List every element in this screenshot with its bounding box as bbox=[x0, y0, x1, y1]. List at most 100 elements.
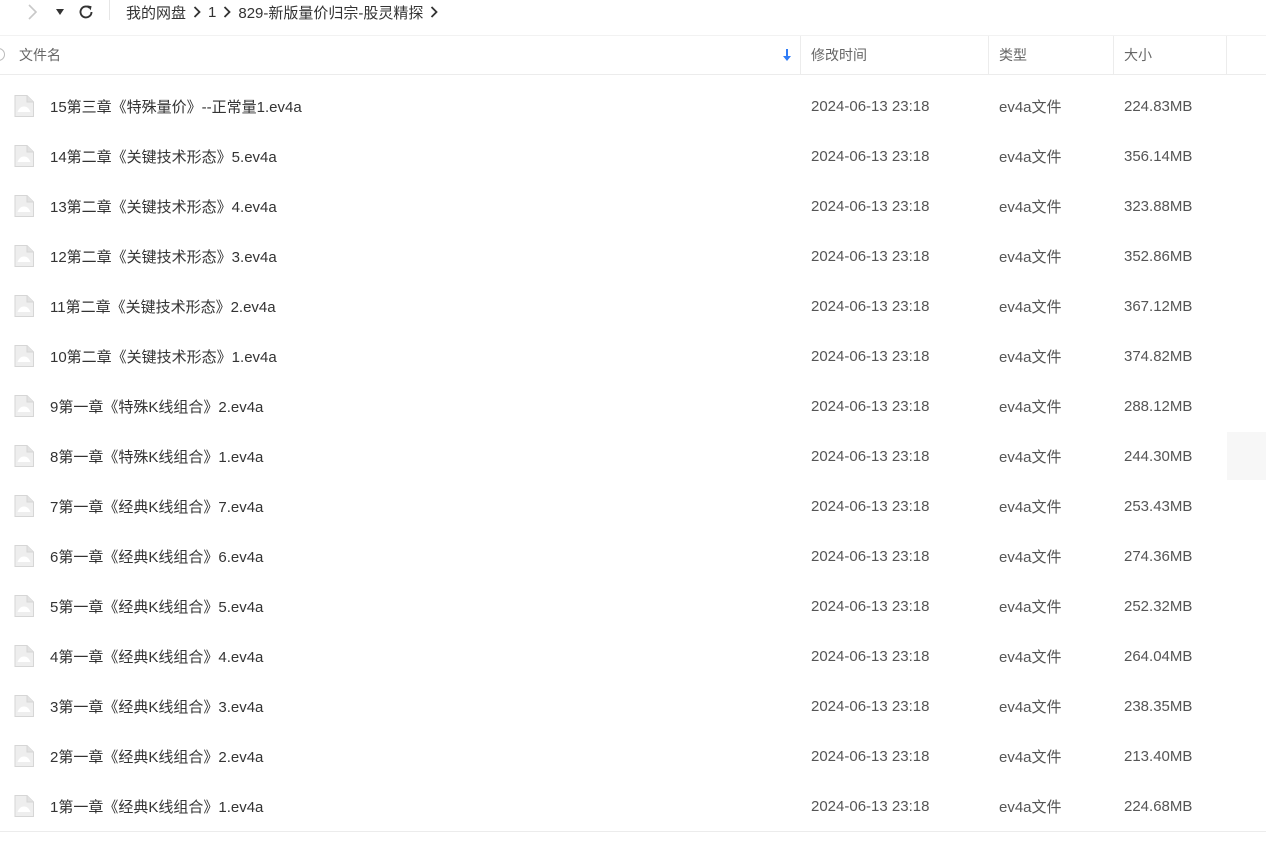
file-icon bbox=[14, 245, 34, 267]
column-header-type-label: 类型 bbox=[999, 47, 1027, 63]
file-size: 374.82MB bbox=[1124, 347, 1193, 365]
column-header-type[interactable]: 类型 bbox=[999, 36, 1112, 74]
file-icon bbox=[14, 645, 34, 667]
file-row[interactable]: 13第二章《关键技术形态》4.ev4a 2024-06-13 23:18 ev4a文… bbox=[0, 181, 1266, 231]
file-modified-time: 2024-06-13 23:18 bbox=[811, 147, 930, 165]
file-row[interactable]: 11第二章《关键技术形态》2.ev4a 2024-06-13 23:18 ev4a文… bbox=[0, 281, 1266, 331]
file-row[interactable]: 4第一章《经典K线组合》4.ev4a 2024-06-13 23:18 ev4a文件… bbox=[0, 631, 1266, 681]
breadcrumb-item-current-folder[interactable]: 829-新版量价归宗-股灵精探 bbox=[238, 2, 423, 23]
file-name[interactable]: 5第一章《经典K线组合》5.ev4a bbox=[50, 581, 263, 631]
file-size: 323.88MB bbox=[1124, 197, 1193, 215]
refresh-icon bbox=[79, 5, 93, 19]
file-icon bbox=[14, 445, 34, 467]
file-type: ev4a文件 bbox=[999, 598, 1062, 616]
column-header-size[interactable]: 大小 bbox=[1124, 36, 1224, 74]
file-row[interactable]: 7第一章《经典K线组合》7.ev4a 2024-06-13 23:18 ev4a文件… bbox=[0, 481, 1266, 531]
file-icon bbox=[14, 745, 34, 767]
file-row[interactable]: 14第二章《关键技术形态》5.ev4a 2024-06-13 23:18 ev4a文… bbox=[0, 131, 1266, 181]
file-modified-time: 2024-06-13 23:18 bbox=[811, 797, 930, 815]
file-size: 244.30MB bbox=[1124, 447, 1193, 465]
file-type: ev4a文件 bbox=[999, 648, 1062, 666]
file-icon bbox=[14, 345, 34, 367]
file-name[interactable]: 10第二章《关键技术形态》1.ev4a bbox=[50, 331, 277, 381]
file-name[interactable]: 8第一章《特殊K线组合》1.ev4a bbox=[50, 431, 263, 481]
file-type: ev4a文件 bbox=[999, 348, 1062, 366]
file-size: 253.43MB bbox=[1124, 497, 1193, 515]
file-size: 356.14MB bbox=[1124, 147, 1193, 165]
file-name[interactable]: 1第一章《经典K线组合》1.ev4a bbox=[50, 781, 263, 831]
chevron-right-icon bbox=[28, 4, 38, 20]
file-modified-time: 2024-06-13 23:18 bbox=[811, 697, 930, 715]
top-nav-bar: 我的网盘 1 829-新版量价归宗-股灵精探 bbox=[0, 0, 1266, 24]
file-modified-time: 2024-06-13 23:18 bbox=[811, 397, 930, 415]
sort-arrow-down-icon[interactable] bbox=[782, 48, 792, 62]
file-modified-time: 2024-06-13 23:18 bbox=[811, 297, 930, 315]
file-modified-time: 2024-06-13 23:18 bbox=[811, 497, 930, 515]
file-name[interactable]: 13第二章《关键技术形态》4.ev4a bbox=[50, 181, 277, 231]
file-modified-time: 2024-06-13 23:18 bbox=[811, 747, 930, 765]
file-icon bbox=[14, 545, 34, 567]
file-row[interactable]: 15第三章《特殊量价》--正常量1.ev4a 2024-06-13 23:18 ev… bbox=[0, 81, 1266, 131]
file-name[interactable]: 9第一章《特殊K线组合》2.ev4a bbox=[50, 381, 263, 431]
file-name[interactable]: 7第一章《经典K线组合》7.ev4a bbox=[50, 481, 263, 531]
column-header-name[interactable]: 文件名 bbox=[19, 36, 799, 74]
breadcrumb-item-root[interactable]: 我的网盘 bbox=[126, 2, 186, 23]
file-type: ev4a文件 bbox=[999, 498, 1062, 516]
file-type: ev4a文件 bbox=[999, 148, 1062, 166]
file-icon bbox=[14, 95, 34, 117]
file-type: ev4a文件 bbox=[999, 398, 1062, 416]
file-row[interactable]: 10第二章《关键技术形态》1.ev4a 2024-06-13 23:18 ev4a文… bbox=[0, 331, 1266, 381]
chevron-right-icon[interactable] bbox=[423, 5, 445, 19]
file-row[interactable]: 12第二章《关键技术形态》3.ev4a 2024-06-13 23:18 ev4a文… bbox=[0, 231, 1266, 281]
file-icon bbox=[14, 395, 34, 417]
file-type: ev4a文件 bbox=[999, 548, 1062, 566]
breadcrumb-item-1[interactable]: 1 bbox=[208, 4, 216, 21]
column-divider[interactable] bbox=[1113, 36, 1114, 74]
file-modified-time: 2024-06-13 23:18 bbox=[811, 647, 930, 665]
side-panel-handle[interactable] bbox=[1227, 432, 1266, 480]
file-name[interactable]: 15第三章《特殊量价》--正常量1.ev4a bbox=[50, 81, 302, 131]
file-size: 264.04MB bbox=[1124, 647, 1193, 665]
file-row[interactable]: 3第一章《经典K线组合》3.ev4a 2024-06-13 23:18 ev4a文件… bbox=[0, 681, 1266, 731]
column-divider[interactable] bbox=[988, 36, 989, 74]
file-modified-time: 2024-06-13 23:18 bbox=[811, 547, 930, 565]
file-name[interactable]: 6第一章《经典K线组合》6.ev4a bbox=[50, 531, 263, 581]
nav-separator bbox=[109, 0, 110, 20]
file-name[interactable]: 12第二章《关键技术形态》3.ev4a bbox=[50, 231, 277, 281]
file-row[interactable]: 9第一章《特殊K线组合》2.ev4a 2024-06-13 23:18 ev4a文件… bbox=[0, 381, 1266, 431]
file-type: ev4a文件 bbox=[999, 448, 1062, 466]
file-size: 224.68MB bbox=[1124, 797, 1193, 815]
file-name[interactable]: 4第一章《经典K线组合》4.ev4a bbox=[50, 631, 263, 681]
file-icon bbox=[14, 795, 34, 817]
file-icon bbox=[14, 195, 34, 217]
file-size: 288.12MB bbox=[1124, 397, 1193, 415]
file-modified-time: 2024-06-13 23:18 bbox=[811, 97, 930, 115]
chevron-right-icon bbox=[186, 5, 208, 19]
file-name[interactable]: 14第二章《关键技术形态》5.ev4a bbox=[50, 131, 277, 181]
file-row[interactable]: 5第一章《经典K线组合》5.ev4a 2024-06-13 23:18 ev4a文件… bbox=[0, 581, 1266, 631]
column-header-time-label: 修改时间 bbox=[811, 47, 867, 63]
column-header-time[interactable]: 修改时间 bbox=[811, 36, 987, 74]
refresh-button[interactable] bbox=[74, 0, 98, 24]
file-type: ev4a文件 bbox=[999, 98, 1062, 116]
file-modified-time: 2024-06-13 23:18 bbox=[811, 347, 930, 365]
file-modified-time: 2024-06-13 23:18 bbox=[811, 597, 930, 615]
file-name[interactable]: 3第一章《经典K线组合》3.ev4a bbox=[50, 681, 263, 731]
file-name[interactable]: 11第二章《关键技术形态》2.ev4a bbox=[50, 281, 276, 331]
file-row[interactable]: 2第一章《经典K线组合》2.ev4a 2024-06-13 23:18 ev4a文件… bbox=[0, 731, 1266, 781]
history-dropdown-button[interactable] bbox=[52, 0, 68, 24]
file-type: ev4a文件 bbox=[999, 198, 1062, 216]
column-header-size-label: 大小 bbox=[1124, 47, 1152, 63]
file-type: ev4a文件 bbox=[999, 298, 1062, 316]
forward-button[interactable] bbox=[22, 0, 42, 24]
file-size: 352.86MB bbox=[1124, 247, 1193, 265]
select-all-checkbox[interactable] bbox=[0, 48, 5, 61]
column-divider[interactable] bbox=[1226, 36, 1227, 74]
file-icon bbox=[14, 595, 34, 617]
file-row[interactable]: 1第一章《经典K线组合》1.ev4a 2024-06-13 23:18 ev4a文件… bbox=[0, 781, 1266, 831]
file-row[interactable]: 8第一章《特殊K线组合》1.ev4a 2024-06-13 23:18 ev4a文件… bbox=[0, 431, 1266, 481]
file-icon bbox=[14, 145, 34, 167]
column-divider[interactable] bbox=[800, 36, 801, 74]
file-row[interactable]: 6第一章《经典K线组合》6.ev4a 2024-06-13 23:18 ev4a文件… bbox=[0, 531, 1266, 581]
file-name[interactable]: 2第一章《经典K线组合》2.ev4a bbox=[50, 731, 263, 781]
